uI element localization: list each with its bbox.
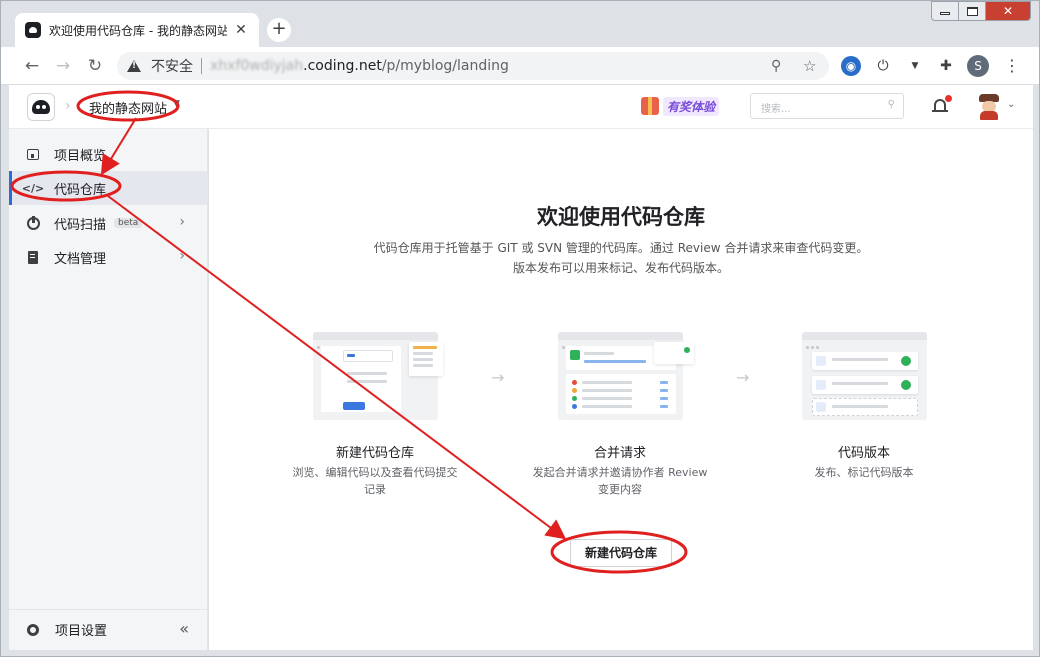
gift-icon bbox=[641, 97, 659, 115]
extension-dropdown-icon[interactable]: ▼ bbox=[905, 56, 925, 76]
url-path: /p/myblog/landing bbox=[381, 58, 509, 74]
profile-avatar[interactable]: S bbox=[967, 55, 989, 77]
project-dropdown-icon[interactable]: ▼ bbox=[173, 99, 180, 109]
sidebar-item-code-repo[interactable]: </> 代码仓库 bbox=[9, 171, 207, 205]
project-switcher[interactable]: 我的静态网站 bbox=[89, 98, 167, 117]
sidebar-item-label: 代码仓库 bbox=[54, 182, 107, 198]
window-close-button[interactable]: ✕ bbox=[985, 1, 1031, 21]
close-icon: ✕ bbox=[1002, 4, 1014, 18]
arrow-right-icon: → bbox=[736, 368, 750, 387]
description-line-1: 代码仓库用于托管基于 GIT 或 SVN 管理的代码库。通过 Review 合并… bbox=[373, 241, 869, 255]
back-arrow-icon[interactable]: ← bbox=[21, 55, 43, 77]
new-repo-illustration bbox=[313, 332, 443, 420]
notification-dot bbox=[945, 95, 952, 102]
search-input[interactable]: 搜索... ⚲ bbox=[750, 93, 904, 119]
card-title-new-repo: 新建代码仓库 bbox=[335, 446, 414, 461]
browser-titlebar: 欢迎使用代码仓库 - 我的静态网站 ✕ + ✕ bbox=[1, 1, 1039, 47]
maximize-icon bbox=[966, 6, 978, 16]
card-desc-merge-request: 发起合并请求并邀请协作者 Review 变更内容 bbox=[520, 464, 720, 498]
code-version-illustration bbox=[802, 332, 927, 420]
app-header: › 我的静态网站 ▼ 有奖体验 搜索... ⚲ ⌄ bbox=[9, 85, 1033, 129]
warning-icon bbox=[127, 60, 141, 72]
url-text: xhxf0wdiyjah.coding.net/p/myblog/landing bbox=[210, 58, 509, 74]
globe-extension-icon[interactable]: ◉ bbox=[841, 56, 861, 76]
card-desc-code-version: 发布、标记代码版本 bbox=[764, 464, 964, 481]
page-description: 代码仓库用于托管基于 GIT 或 SVN 管理的代码库。通过 Review 合并… bbox=[209, 238, 1033, 278]
sidebar-item-label: 代码扫描 bbox=[54, 217, 107, 233]
coding-favicon-icon bbox=[25, 22, 41, 38]
home-icon bbox=[26, 147, 40, 161]
search-placeholder: 搜索... bbox=[761, 104, 791, 115]
url-domain: .coding.net bbox=[303, 58, 382, 74]
search-icon: ⚲ bbox=[887, 99, 895, 110]
sidebar-item-overview[interactable]: 项目概览 bbox=[9, 137, 207, 171]
window-maximize-button[interactable] bbox=[958, 1, 986, 21]
card-desc-line: 变更内容 bbox=[598, 483, 642, 496]
card-desc-new-repo: 浏览、编辑代码以及查看代码提交 记录 bbox=[275, 464, 475, 498]
url-blurred-subdomain: xhxf0wdiyjah bbox=[210, 58, 304, 74]
sidebar-item-code-scan[interactable]: 代码扫描 beta › bbox=[9, 206, 207, 240]
tab-close-icon[interactable]: ✕ bbox=[233, 22, 249, 38]
address-bar[interactable]: 不安全 xhxf0wdiyjah.coding.net/p/myblog/lan… bbox=[117, 52, 829, 80]
user-avatar[interactable] bbox=[977, 94, 1001, 120]
chevron-right-icon: › bbox=[179, 214, 185, 230]
new-tab-button[interactable]: + bbox=[267, 18, 291, 42]
page-title: 欢迎使用代码仓库 bbox=[537, 205, 705, 229]
document-icon bbox=[26, 250, 40, 264]
card-desc-line: 发布、标记代码版本 bbox=[814, 466, 914, 479]
card-desc-line: 记录 bbox=[364, 483, 386, 496]
card-desc-line: 发起合并请求并邀请协作者 Review bbox=[532, 466, 708, 479]
reload-icon[interactable]: ↻ bbox=[84, 55, 106, 77]
notification-bell-icon[interactable] bbox=[931, 95, 952, 117]
sidebar-item-settings[interactable]: 项目设置 « bbox=[9, 609, 207, 649]
tab-title: 欢迎使用代码仓库 - 我的静态网站 bbox=[49, 23, 227, 38]
collapse-sidebar-icon[interactable]: « bbox=[179, 619, 189, 638]
kebab-menu-icon[interactable]: ⋮ bbox=[1002, 56, 1022, 76]
sidebar-item-label: 文档管理 bbox=[54, 251, 107, 267]
browser-tab[interactable]: 欢迎使用代码仓库 - 我的静态网站 ✕ bbox=[15, 13, 259, 47]
browser-toolbar: ← → ↻ 不安全 xhxf0wdiyjah.coding.net/p/mybl… bbox=[1, 47, 1039, 85]
chevron-right-icon: › bbox=[179, 248, 185, 264]
main-content: 欢迎使用代码仓库 代码仓库用于托管基于 GIT 或 SVN 管理的代码库。通过 … bbox=[209, 129, 1033, 650]
sidebar-item-label: 项目概览 bbox=[54, 148, 107, 164]
card-title-code-version: 代码版本 bbox=[837, 446, 890, 461]
promo-text: 有奖体验 bbox=[663, 96, 720, 116]
arrow-right-icon: → bbox=[491, 368, 505, 387]
power-extension-icon[interactable]: ⏻ bbox=[873, 56, 893, 76]
bookmark-star-icon[interactable]: ☆ bbox=[803, 57, 816, 75]
zoom-icon[interactable]: ⚲ bbox=[771, 58, 781, 74]
settings-label: 项目设置 bbox=[55, 624, 108, 639]
sidebar: 项目概览 </> 代码仓库 代码扫描 beta › 文档管理 › 项目设置 « bbox=[9, 129, 208, 650]
security-label: 不安全 bbox=[151, 59, 193, 75]
browser-window: 欢迎使用代码仓库 - 我的静态网站 ✕ + ✕ ← → ↻ 不安全 xhxf0w… bbox=[0, 0, 1040, 657]
minimize-icon bbox=[940, 11, 950, 15]
user-menu-chevron-icon[interactable]: ⌄ bbox=[1007, 99, 1015, 110]
puzzle-extensions-icon[interactable]: ✚ bbox=[936, 56, 956, 76]
sidebar-item-docs[interactable]: 文档管理 › bbox=[9, 240, 207, 274]
promo-banner[interactable]: 有奖体验 bbox=[641, 95, 727, 117]
gear-icon bbox=[27, 623, 39, 636]
card-title-merge-request: 合并请求 bbox=[593, 446, 646, 461]
beta-badge: beta bbox=[114, 218, 143, 228]
create-repo-button[interactable]: 新建代码仓库 bbox=[570, 539, 672, 567]
code-icon: </> bbox=[21, 181, 45, 195]
coding-logo-icon[interactable] bbox=[27, 93, 55, 121]
scan-icon bbox=[26, 215, 40, 230]
omnibox-divider bbox=[201, 58, 202, 74]
card-desc-line: 浏览、编辑代码以及查看代码提交 bbox=[292, 466, 458, 479]
forward-arrow-icon[interactable]: → bbox=[52, 55, 74, 77]
breadcrumb-separator-icon: › bbox=[65, 98, 71, 114]
window-minimize-button[interactable] bbox=[931, 1, 959, 21]
merge-request-illustration bbox=[558, 332, 694, 420]
description-line-2: 版本发布可以用来标记、发布代码版本。 bbox=[512, 261, 729, 275]
